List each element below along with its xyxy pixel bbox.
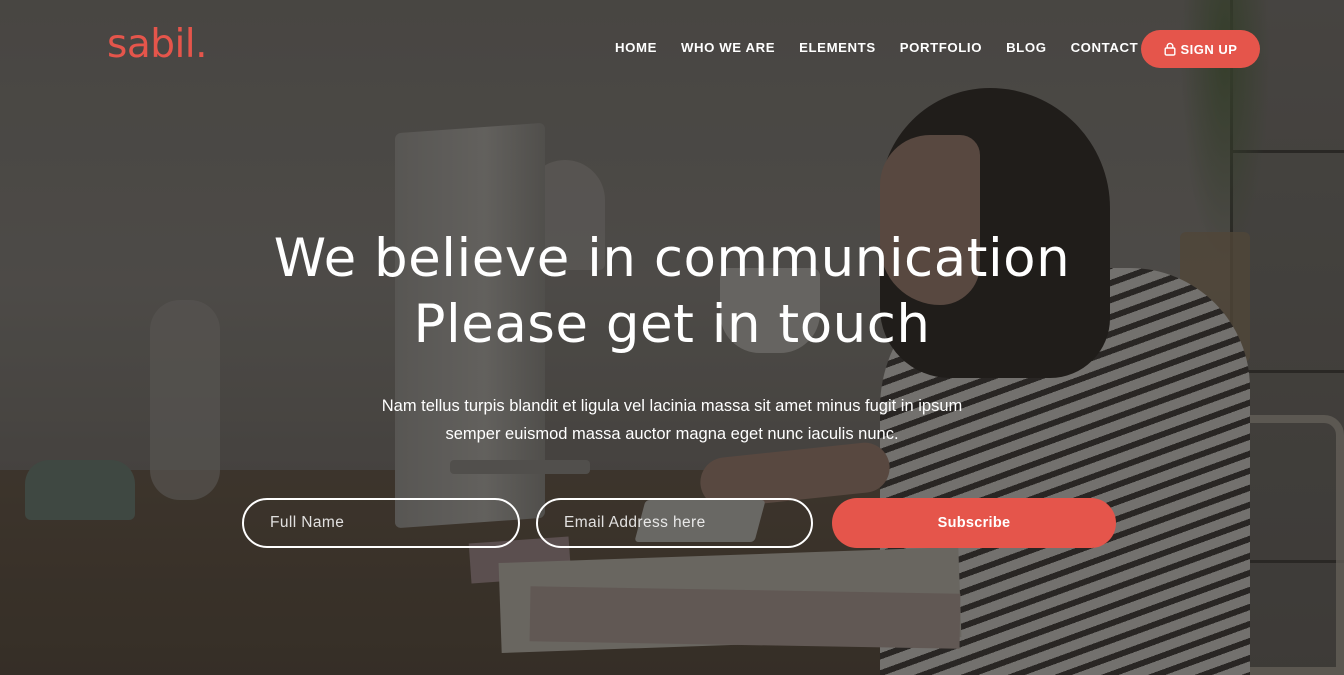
nav-item-portfolio[interactable]: PORTFOLIO bbox=[900, 31, 982, 65]
subscribe-button[interactable]: Subscribe bbox=[832, 498, 1116, 548]
hero-subtext-line-1: Nam tellus turpis blandit et ligula vel … bbox=[381, 397, 963, 415]
hero-headline-line-2: Please get in touch bbox=[413, 294, 931, 355]
hero-headline: We believe in communication Please get i… bbox=[0, 226, 1344, 358]
full-name-input[interactable] bbox=[242, 498, 520, 548]
sign-up-label: SIGN UP bbox=[1180, 41, 1238, 57]
nav-item-home[interactable]: HOME bbox=[615, 31, 657, 65]
nav-item-contact[interactable]: CONTACT bbox=[1071, 31, 1139, 65]
hero-subtext: Nam tellus turpis blandit et ligula vel … bbox=[0, 392, 1344, 448]
site-logo[interactable]: sabil. bbox=[107, 22, 208, 67]
lock-icon bbox=[1164, 42, 1176, 56]
subscribe-form: Subscribe bbox=[242, 498, 1116, 548]
nav-item-elements[interactable]: ELEMENTS bbox=[799, 31, 876, 65]
hero-headline-line-1: We believe in communication bbox=[273, 228, 1071, 289]
nav-item-blog[interactable]: BLOG bbox=[1006, 31, 1047, 65]
email-input[interactable] bbox=[536, 498, 813, 548]
hero-subtext-line-2: semper euismod massa auctor magna eget n… bbox=[445, 425, 899, 443]
nav-item-who-we-are[interactable]: WHO WE ARE bbox=[681, 31, 775, 65]
main-nav: HOME WHO WE ARE ELEMENTS PORTFOLIO BLOG … bbox=[600, 31, 1162, 65]
sign-up-button[interactable]: SIGN UP bbox=[1141, 30, 1260, 68]
